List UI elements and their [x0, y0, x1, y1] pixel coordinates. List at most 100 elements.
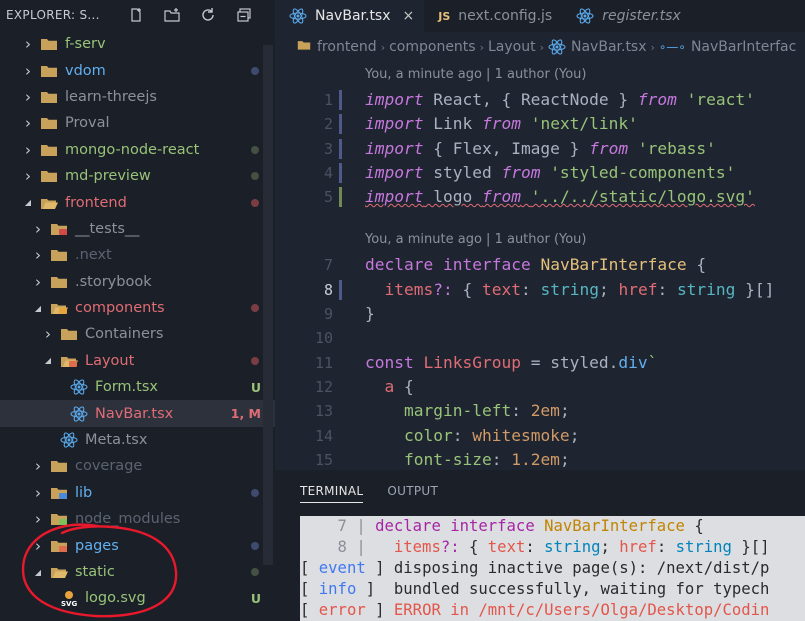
react-icon — [548, 38, 566, 56]
tab-label: register.tsx — [602, 8, 681, 24]
tree-item-mongo-node-react[interactable]: › mongo-node-react — [0, 137, 275, 163]
code-line[interactable]: 10 — [275, 326, 805, 350]
code-text: color: whitesmoke; — [403, 425, 580, 445]
git-gutter-indicator — [339, 255, 342, 275]
tree-item-pages[interactable]: › pages — [0, 532, 275, 558]
code-line[interactable]: 4 import styled from 'styled-components' — [275, 161, 805, 185]
tree-item-components[interactable]: ◢ components — [0, 295, 275, 321]
code-line[interactable]: 7 declare interface NavBarInterface { — [275, 253, 805, 277]
code-line[interactable]: 2 import Link from 'next/link' — [275, 112, 805, 136]
tree-item-frontend[interactable]: ◢ frontend — [0, 189, 275, 215]
code-line[interactable]: 9} — [275, 302, 805, 326]
tree-item-layout[interactable]: ◢ Layout — [0, 348, 275, 374]
tree-item-form-tsx[interactable]: Form.tsx U — [0, 374, 275, 400]
code-line[interactable]: 5 import logo from '../../static/logo.svg… — [275, 185, 805, 209]
explorer-title: EXPLORER: S... — [6, 8, 100, 22]
editor-tab-register-tsx[interactable]: register.tsx — [562, 0, 691, 32]
editor-tab-next-config-js[interactable]: JS next.config.js — [424, 0, 562, 32]
code-line[interactable]: 11 const LinksGroup = styled.div` — [275, 351, 805, 375]
folder-icon — [60, 327, 78, 341]
folder-icon — [50, 512, 68, 526]
tree-item-label: NavBar.tsx — [95, 405, 174, 422]
tree-item-next[interactable]: › .next — [0, 242, 275, 268]
tree-item-label: logo.svg — [85, 590, 146, 607]
tree-item-tests[interactable]: › __tests__ — [0, 216, 275, 242]
tree-item-static[interactable]: ◢ static — [0, 559, 275, 585]
breadcrumb-item[interactable]: components — [389, 39, 476, 55]
sidebar-scrollbar[interactable] — [263, 45, 273, 565]
js-icon: JS — [438, 9, 451, 23]
tab-label: next.config.js — [458, 8, 553, 24]
tree-item-storybook[interactable]: › .storybook — [0, 269, 275, 295]
tree-item-lib[interactable]: › lib — [0, 480, 275, 506]
tab-terminal[interactable]: TERMINAL — [300, 484, 364, 503]
tree-item-navbar-tsx[interactable]: NavBar.tsx 1, M — [0, 400, 275, 427]
tree-item-vdom[interactable]: › vdom — [0, 57, 275, 83]
code-line[interactable]: 1 import React, { ReactNode } from 'react… — [275, 88, 805, 112]
chevron-right-icon: › — [35, 536, 41, 555]
close-icon[interactable]: × — [403, 8, 415, 24]
terminal-output[interactable]: 7 | declare interface NavBarInterface { … — [300, 516, 805, 621]
code-line[interactable]: 12 a { — [275, 375, 805, 399]
collapse-all-icon[interactable] — [234, 5, 254, 25]
code-view[interactable]: You, a minute ago | 1 author (You) 1 impor… — [275, 62, 805, 470]
terminal-line: 7 | declare interface NavBarInterface { — [300, 517, 704, 535]
codelens-blame[interactable]: You, a minute ago | 1 author (You) — [275, 62, 805, 88]
react-file-icon — [60, 431, 78, 449]
code-line[interactable]: 8 items?: { text: string; href: string }… — [275, 278, 805, 302]
code-line[interactable]: 3 import { Flex, Image } from 'rebass' — [275, 137, 805, 161]
breadcrumb-item[interactable]: Layout — [488, 39, 536, 55]
git-gutter-indicator — [339, 328, 342, 348]
line-number: 8 — [323, 280, 333, 299]
code-line[interactable]: 15 font-size: 1.2em; — [275, 448, 805, 470]
breadcrumb-separator-icon: › — [539, 40, 544, 54]
terminal-line: [ error ] ERROR in /mnt/c/Users/Olga/Des… — [300, 601, 770, 619]
folder-icon — [40, 169, 58, 183]
new-folder-icon[interactable] — [162, 5, 182, 25]
explorer-sidebar: EXPLORER: S... › f-serv › vdom › learn-threej… — [0, 0, 275, 621]
terminal-line: 8 | items?: { text: string; href: string… — [300, 538, 770, 556]
tree-item-label: Containers — [85, 326, 164, 343]
code-text: import { Flex, Image } from 'rebass' — [365, 138, 716, 158]
folder-icon — [40, 90, 58, 104]
chevron-right-icon: › — [45, 325, 51, 344]
codelens-blame[interactable]: You, a minute ago | 1 author (You) — [275, 227, 805, 253]
code-text: const LinksGroup = styled.div` — [365, 352, 658, 372]
breadcrumb-item[interactable]: frontend — [317, 39, 377, 55]
chevron-down-icon: ◢ — [24, 198, 32, 208]
new-file-icon[interactable] — [126, 5, 146, 25]
tree-item-node-modules[interactable]: › node_modules — [0, 506, 275, 532]
tree-item-md-preview[interactable]: › md-preview — [0, 163, 275, 189]
folder-icon — [50, 459, 68, 473]
folder-icon — [40, 116, 58, 130]
git-status-dot — [251, 198, 259, 207]
git-gutter-indicator — [339, 353, 342, 373]
git-status-dot — [251, 488, 259, 497]
breadcrumb-item[interactable]: NavBarInterfac — [691, 39, 796, 55]
tree-item-logo-svg[interactable]: SVG logo.svg U — [0, 585, 275, 611]
folder-icon — [40, 143, 58, 157]
code-text: margin-left: 2em; — [403, 401, 570, 421]
code-text: items?: { text: string; href: string }[] — [384, 279, 775, 299]
svg-text:SVG: SVG — [61, 600, 77, 607]
chevron-down-icon: ◢ — [44, 356, 52, 366]
tree-item-label: f-serv — [65, 36, 106, 53]
code-line[interactable] — [275, 209, 805, 225]
tab-output[interactable]: OUTPUT — [387, 484, 438, 502]
editor-tab-navbar-tsx[interactable]: NavBar.tsx × — [275, 0, 425, 32]
react-icon — [289, 7, 307, 25]
code-line[interactable]: 13 margin-left: 2em; — [275, 399, 805, 423]
tree-item-f-serv[interactable]: › f-serv — [0, 31, 275, 57]
tree-item-coverage[interactable]: › coverage — [0, 453, 275, 479]
git-status-dot — [251, 145, 259, 154]
tree-item-meta-tsx[interactable]: Meta.tsx — [0, 427, 275, 453]
tree-item-proval[interactable]: › Proval — [0, 110, 275, 136]
git-gutter-indicator — [339, 138, 342, 159]
tree-item-containers[interactable]: › Containers — [0, 321, 275, 347]
breadcrumb-item[interactable]: NavBar.tsx — [571, 39, 647, 55]
code-line[interactable]: 14 color: whitesmoke; — [275, 424, 805, 448]
refresh-icon[interactable] — [198, 5, 218, 25]
git-status-dot — [251, 66, 259, 75]
git-gutter-indicator — [339, 90, 342, 110]
tree-item-learn-threejs[interactable]: › learn-threejs — [0, 84, 275, 110]
